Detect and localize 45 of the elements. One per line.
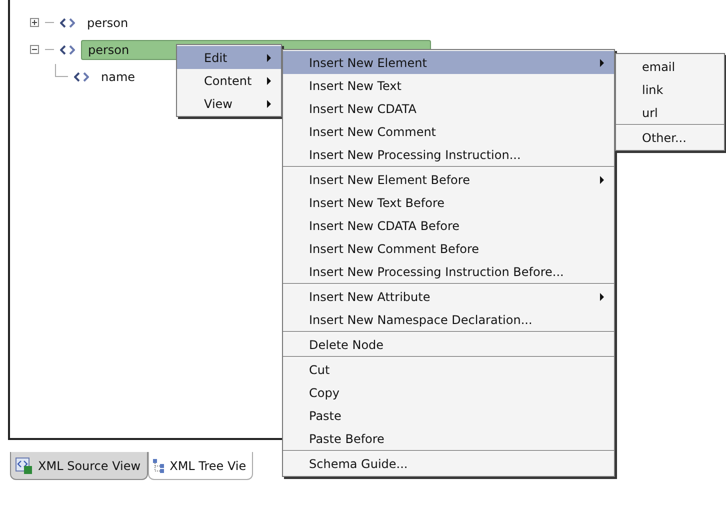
menu-item[interactable]: Insert New Element — [283, 51, 614, 74]
menu-item[interactable]: Cut — [283, 358, 614, 381]
menu-item[interactable]: Schema Guide... — [283, 452, 614, 475]
submenu-arrow-icon — [267, 54, 271, 62]
menu-item[interactable]: Insert New Text — [283, 74, 614, 97]
menu-item[interactable]: Insert New Comment — [283, 120, 614, 143]
angle-brackets-icon — [60, 44, 75, 54]
tree-node[interactable]: name — [95, 66, 142, 86]
collapse-toggle[interactable] — [30, 45, 39, 54]
menu-item[interactable]: Edit — [177, 46, 281, 69]
menu-item[interactable]: url — [616, 101, 724, 124]
submenu-arrow-icon — [267, 100, 271, 108]
menu-item[interactable]: Paste Before — [283, 427, 614, 450]
menu-item[interactable]: Insert New Text Before — [283, 191, 614, 214]
view-tab[interactable]: XML Source View — [10, 452, 148, 480]
menu-item[interactable]: Insert New Processing Instruction Before... — [283, 260, 614, 283]
menu-item[interactable]: link — [616, 78, 724, 101]
tree-line — [45, 49, 54, 50]
menu-item[interactable]: Delete Node — [283, 333, 614, 356]
submenu-arrow-icon — [600, 176, 604, 184]
menu-item[interactable]: Copy — [283, 381, 614, 404]
tree-node[interactable]: person — [81, 12, 134, 32]
tree-line — [55, 64, 68, 77]
menu-item[interactable]: Insert New Namespace Declaration... — [283, 308, 614, 331]
menu-item[interactable]: email — [616, 55, 724, 78]
document-icon — [15, 456, 33, 474]
menu-item[interactable]: Paste — [283, 404, 614, 427]
menu-item[interactable]: Insert New CDATA Before — [283, 214, 614, 237]
expand-toggle[interactable] — [30, 18, 39, 27]
angle-brackets-icon — [74, 72, 89, 82]
menu-item[interactable]: Content — [177, 69, 281, 92]
tree-icon — [152, 458, 165, 472]
menu-item[interactable]: Insert New Comment Before — [283, 237, 614, 260]
angle-brackets-icon — [60, 18, 75, 28]
submenu-arrow-icon — [600, 292, 604, 300]
menu-item[interactable]: Insert New Attribute — [283, 285, 614, 308]
submenu-arrow-icon — [267, 76, 271, 84]
menu-item[interactable]: Insert New Processing Instruction... — [283, 143, 614, 166]
menu-item[interactable]: Other... — [616, 126, 724, 149]
submenu-arrow-icon — [600, 58, 604, 66]
view-tab[interactable]: XML Tree Vie — [148, 452, 254, 480]
tree-line — [45, 22, 54, 23]
menu-item[interactable]: View — [177, 92, 281, 115]
menu-item[interactable]: Insert New CDATA — [283, 97, 614, 120]
menu-item[interactable]: Insert New Element Before — [283, 168, 614, 191]
